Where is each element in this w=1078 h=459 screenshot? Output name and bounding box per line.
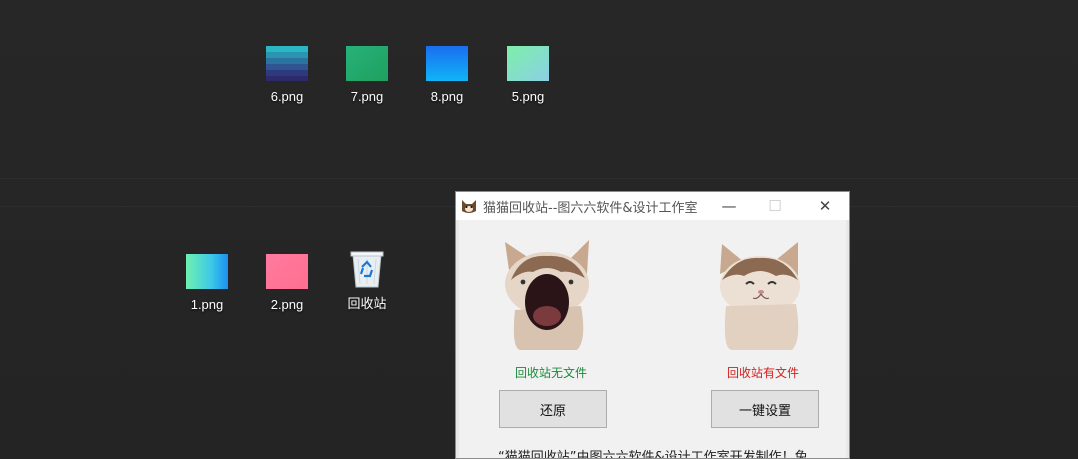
desktop-icon-label: 2.png — [270, 297, 304, 312]
app-window: 猫猫回收站--图六六软件&设计工作室 — ☐ ✕ 回收站无文件 回收站有文件 还… — [455, 191, 850, 459]
client-edge — [456, 220, 459, 458]
desktop-icon-label: 回收站 — [347, 296, 387, 311]
client-edge — [846, 220, 849, 458]
desktop-icon-recycle-bin[interactable]: 回收站 — [327, 247, 407, 312]
image-thumb-icon — [186, 254, 228, 289]
cat-open-mouth-image — [505, 240, 589, 350]
setup-button-label: 一键设置 — [738, 403, 791, 419]
desktop-icon-7png[interactable]: 7.png — [327, 46, 407, 104]
image-thumb-icon — [507, 46, 549, 81]
empty-status-label: 回收站无文件 — [515, 366, 588, 380]
desktop-icon-label: 6.png — [270, 89, 304, 104]
cat-app-icon — [462, 200, 476, 213]
recycle-bin-icon — [346, 247, 388, 289]
image-thumb-icon — [346, 46, 388, 81]
restore-button-label: 还原 — [539, 403, 566, 419]
footer-description: “猫猫回收站”由图六六软件&设计工作室开发制作！免 — [498, 450, 808, 459]
window-title: 猫猫回收站--图六六软件&设计工作室 — [483, 200, 698, 216]
minimize-icon: — — [721, 197, 737, 215]
minimize-button[interactable]: — — [706, 192, 752, 220]
cat-closed-mouth-image — [720, 242, 800, 350]
desktop-icon-5png[interactable]: 5.png — [488, 46, 568, 104]
desktop-icon-8png[interactable]: 8.png — [407, 46, 487, 104]
desktop-icon-label: 1.png — [190, 297, 224, 312]
desktop: 6.png 7.png 8.png 5.png 1.png 2.png 回收站 … — [0, 0, 1078, 459]
window-client-area: 回收站无文件 回收站有文件 还原 一键设置 “猫猫回收站”由图六六软件&设计工作… — [456, 220, 849, 459]
close-icon: ✕ — [818, 197, 832, 215]
desktop-icon-label: 8.png — [430, 89, 464, 104]
title-bar[interactable]: 猫猫回收站--图六六软件&设计工作室 — ☐ ✕ — [456, 192, 849, 220]
desktop-icon-label: 7.png — [350, 89, 384, 104]
background-band — [0, 178, 1078, 179]
restore-button[interactable]: 还原 — [499, 390, 607, 428]
desktop-icon-1png[interactable]: 1.png — [167, 254, 247, 312]
full-status-label: 回收站有文件 — [727, 366, 800, 380]
close-button[interactable]: ✕ — [802, 192, 848, 220]
one-click-setup-button[interactable]: 一键设置 — [711, 390, 819, 428]
desktop-icon-label: 5.png — [511, 89, 545, 104]
image-thumb-icon — [426, 46, 468, 81]
desktop-icon-2png[interactable]: 2.png — [247, 254, 327, 312]
maximize-button[interactable]: ☐ — [752, 192, 798, 220]
desktop-icon-6png[interactable]: 6.png — [247, 46, 327, 104]
image-thumb-icon — [266, 254, 308, 289]
image-thumb-icon — [266, 46, 308, 81]
maximize-icon: ☐ — [768, 197, 782, 215]
